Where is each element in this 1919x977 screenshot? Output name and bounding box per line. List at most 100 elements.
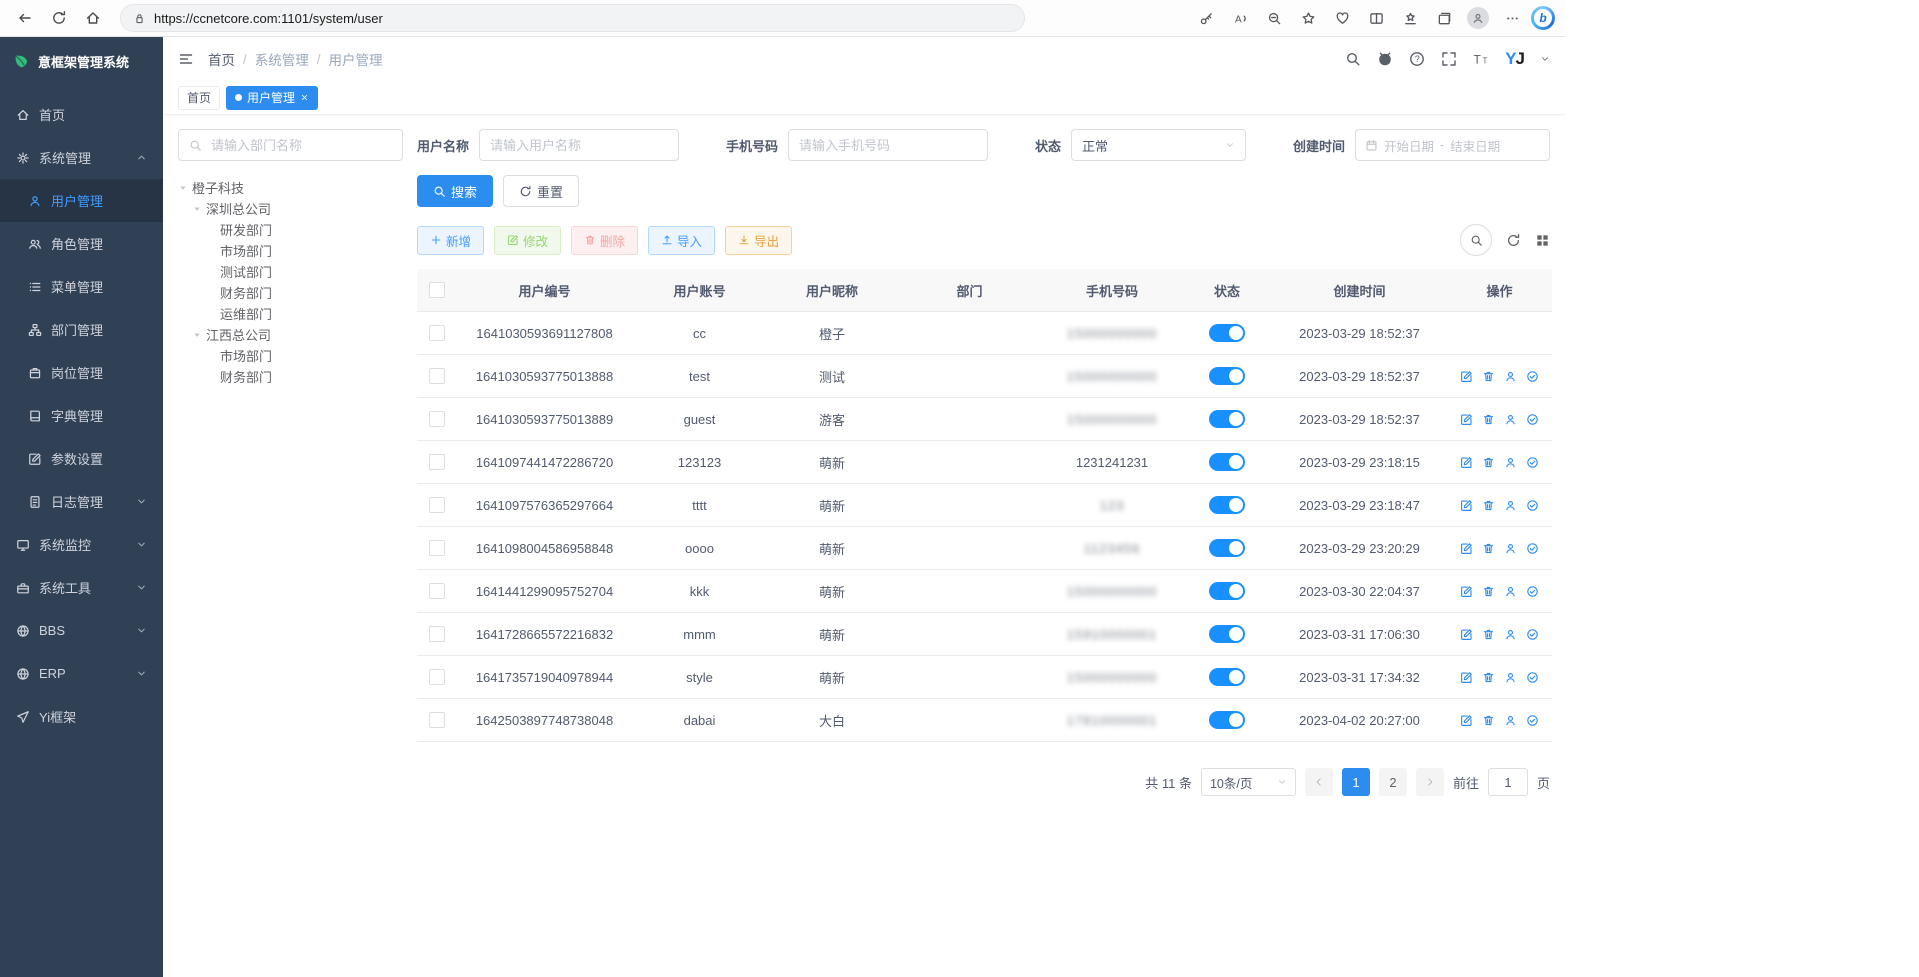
copilot-icon[interactable]: b xyxy=(1531,6,1555,30)
split-screen-icon[interactable] xyxy=(1361,4,1391,32)
breadcrumb-item[interactable]: 系统管理 xyxy=(255,49,309,69)
sidebar-item-bbs[interactable]: BBS xyxy=(0,609,163,652)
tree-node[interactable]: 市场部门 xyxy=(178,345,403,366)
help-icon[interactable]: ? xyxy=(1409,51,1425,67)
collapse-sidebar-button[interactable] xyxy=(178,51,194,67)
row-checkbox[interactable] xyxy=(429,454,445,470)
select-all-checkbox[interactable] xyxy=(429,282,445,298)
tab-close-icon[interactable] xyxy=(300,93,309,102)
font-size-icon[interactable]: TT xyxy=(1473,51,1489,67)
status-toggle[interactable] xyxy=(1209,582,1245,600)
status-toggle[interactable] xyxy=(1209,668,1245,686)
row-checkbox[interactable] xyxy=(429,669,445,685)
tree-node[interactable]: 橙子科技 xyxy=(178,177,403,198)
assign-role-icon[interactable] xyxy=(1526,671,1539,684)
assign-role-icon[interactable] xyxy=(1526,628,1539,641)
add-button[interactable]: 新增 xyxy=(417,226,484,255)
status-toggle[interactable] xyxy=(1209,324,1245,342)
sidebar-item-log[interactable]: 日志管理 xyxy=(0,480,163,523)
sidebar-item-role[interactable]: 角色管理 xyxy=(0,222,163,265)
status-select[interactable]: 正常 xyxy=(1071,129,1246,161)
sidebar-item-menu[interactable]: 菜单管理 xyxy=(0,265,163,308)
sidebar-item-yi[interactable]: Yi框架 xyxy=(0,695,163,738)
delete-icon[interactable] xyxy=(1482,542,1495,555)
page-button-2[interactable]: 2 xyxy=(1379,768,1407,796)
delete-icon[interactable] xyxy=(1482,714,1495,727)
assign-role-icon[interactable] xyxy=(1526,370,1539,383)
edit-icon[interactable] xyxy=(1460,413,1473,426)
status-toggle[interactable] xyxy=(1209,711,1245,729)
status-toggle[interactable] xyxy=(1209,410,1245,428)
edit-icon[interactable] xyxy=(1460,499,1473,512)
sidebar-item-dept[interactable]: 部门管理 xyxy=(0,308,163,351)
read-aloud-icon[interactable]: A xyxy=(1225,4,1255,32)
zoom-out-icon[interactable] xyxy=(1259,4,1289,32)
avatar-chevron-down-icon[interactable] xyxy=(1540,54,1550,64)
tree-node[interactable]: 江西总公司 xyxy=(178,324,403,345)
reset-password-icon[interactable] xyxy=(1504,499,1517,512)
tree-node[interactable]: 财务部门 xyxy=(178,282,403,303)
search-button[interactable]: 搜索 xyxy=(417,175,493,207)
table-search-button[interactable] xyxy=(1460,224,1492,256)
delete-icon[interactable] xyxy=(1482,413,1495,426)
reset-password-icon[interactable] xyxy=(1504,585,1517,598)
delete-icon[interactable] xyxy=(1482,628,1495,641)
delete-button[interactable]: 删除 xyxy=(571,226,638,255)
row-checkbox[interactable] xyxy=(429,325,445,341)
edit-icon[interactable] xyxy=(1460,370,1473,383)
tree-node[interactable]: 运维部门 xyxy=(178,303,403,324)
status-toggle[interactable] xyxy=(1209,453,1245,471)
status-toggle[interactable] xyxy=(1209,539,1245,557)
sidebar-item-user[interactable]: 用户管理 xyxy=(0,179,163,222)
sidebar-item-system[interactable]: 系统管理 xyxy=(0,136,163,179)
sidebar-item-home[interactable]: 首页 xyxy=(0,93,163,136)
row-checkbox[interactable] xyxy=(429,497,445,513)
status-toggle[interactable] xyxy=(1209,367,1245,385)
delete-icon[interactable] xyxy=(1482,499,1495,512)
fullscreen-icon[interactable] xyxy=(1441,51,1457,67)
browser-home-button[interactable] xyxy=(78,4,108,32)
dept-search-input[interactable] xyxy=(209,137,392,154)
browser-essentials-icon[interactable] xyxy=(1327,4,1357,32)
profile-avatar[interactable] xyxy=(1463,4,1493,32)
reset-password-icon[interactable] xyxy=(1504,413,1517,426)
reset-password-icon[interactable] xyxy=(1504,671,1517,684)
phone-input[interactable] xyxy=(788,129,988,161)
browser-refresh-button[interactable] xyxy=(44,4,74,32)
status-toggle[interactable] xyxy=(1209,625,1245,643)
user-avatar[interactable]: YYJJ xyxy=(1505,49,1524,69)
delete-icon[interactable] xyxy=(1482,370,1495,383)
reset-password-icon[interactable] xyxy=(1504,456,1517,469)
tab-user-management[interactable]: 用户管理 xyxy=(226,86,318,110)
edit-icon[interactable] xyxy=(1460,671,1473,684)
row-checkbox[interactable] xyxy=(429,712,445,728)
breadcrumb-item[interactable]: 首页 xyxy=(208,49,235,69)
collections-icon[interactable] xyxy=(1429,4,1459,32)
reset-password-icon[interactable] xyxy=(1504,628,1517,641)
sidebar-item-dict[interactable]: 字典管理 xyxy=(0,394,163,437)
add-favorite-icon[interactable] xyxy=(1293,4,1323,32)
github-icon[interactable] xyxy=(1377,51,1393,67)
status-toggle[interactable] xyxy=(1209,496,1245,514)
table-columns-button[interactable] xyxy=(1535,233,1550,248)
assign-role-icon[interactable] xyxy=(1526,714,1539,727)
tree-node[interactable]: 财务部门 xyxy=(178,366,403,387)
dept-search-box[interactable] xyxy=(178,129,403,161)
browser-back-button[interactable] xyxy=(10,4,40,32)
edit-icon[interactable] xyxy=(1460,714,1473,727)
page-size-select[interactable]: 10条/页 xyxy=(1201,768,1296,796)
reset-password-icon[interactable] xyxy=(1504,714,1517,727)
date-range-picker[interactable]: 开始日期 - 结束日期 xyxy=(1355,129,1550,161)
prev-page-button[interactable] xyxy=(1305,768,1333,796)
row-checkbox[interactable] xyxy=(429,411,445,427)
page-button-1[interactable]: 1 xyxy=(1342,768,1370,796)
assign-role-icon[interactable] xyxy=(1526,499,1539,512)
username-input[interactable] xyxy=(479,129,679,161)
tab-home[interactable]: 首页 xyxy=(178,86,220,110)
sidebar-item-erp[interactable]: ERP xyxy=(0,652,163,695)
edit-icon[interactable] xyxy=(1460,542,1473,555)
row-checkbox[interactable] xyxy=(429,368,445,384)
delete-icon[interactable] xyxy=(1482,456,1495,469)
edit-icon[interactable] xyxy=(1460,628,1473,641)
row-checkbox[interactable] xyxy=(429,540,445,556)
